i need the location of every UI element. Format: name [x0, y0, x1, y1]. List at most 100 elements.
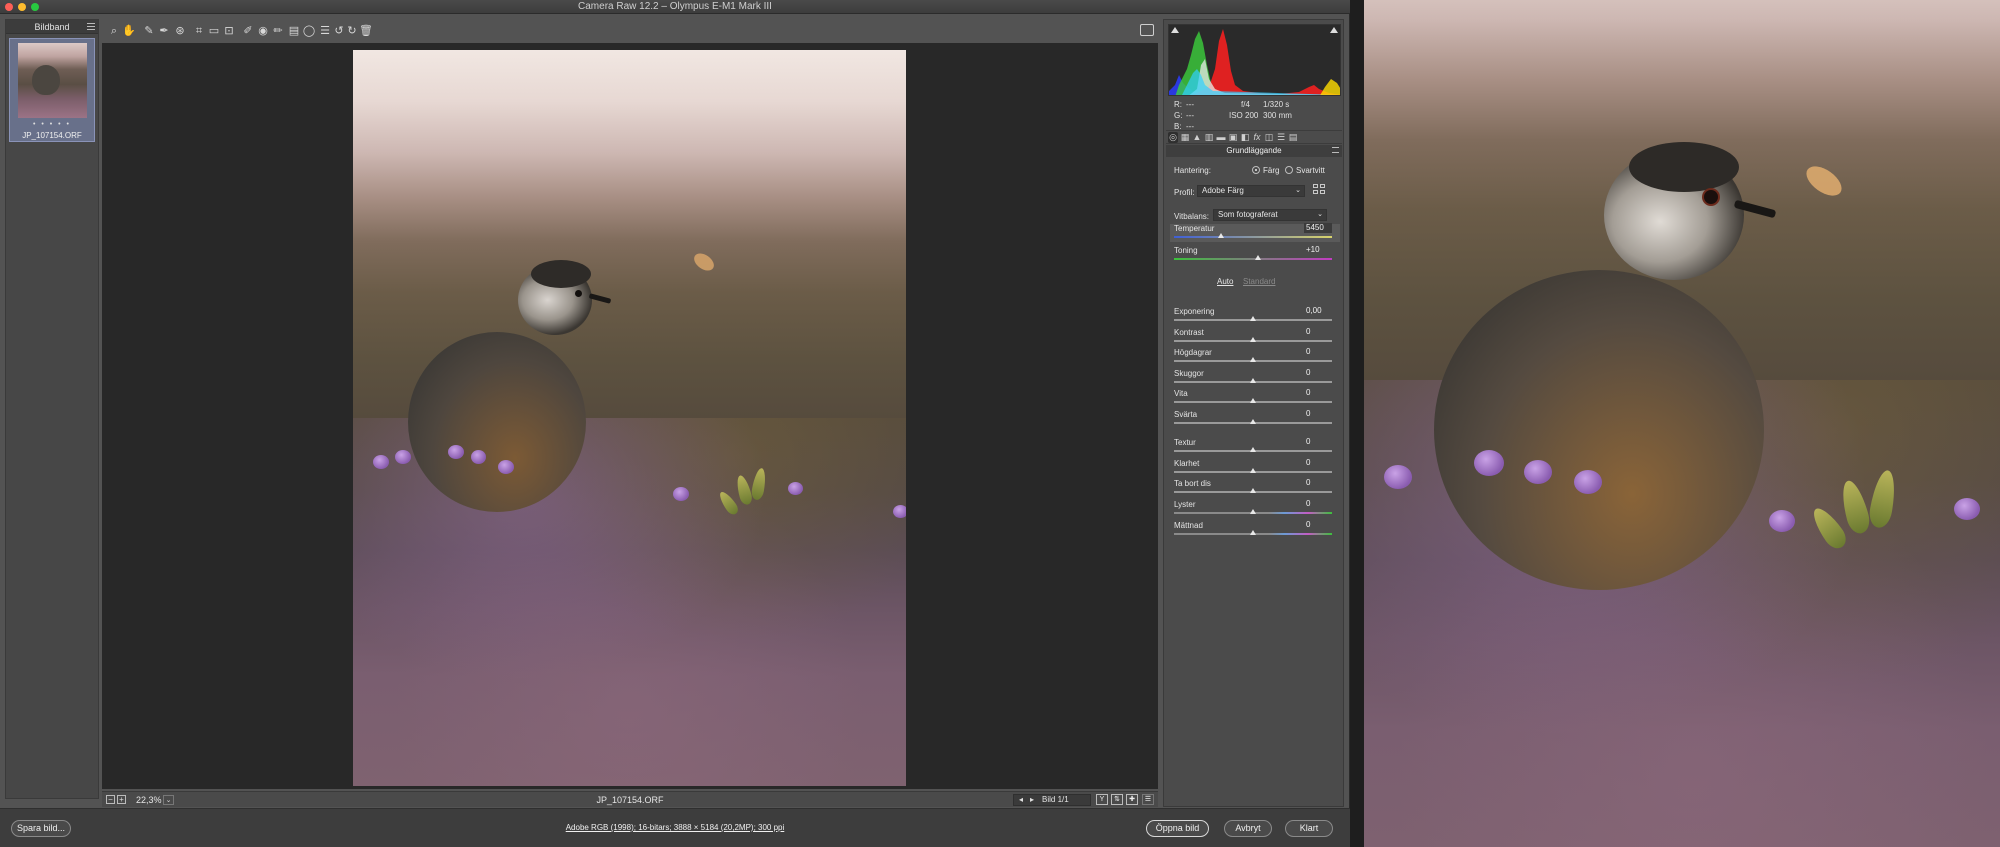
treatment-bw-radio[interactable]	[1285, 166, 1293, 174]
red-eye-icon[interactable]: ◉	[256, 24, 270, 38]
profile-value: Adobe Färg	[1202, 186, 1244, 195]
temperature-slider-row[interactable]: Temperatur 5450	[1170, 223, 1340, 242]
rotate-right-icon[interactable]: ↻	[345, 24, 359, 38]
toggle-settings-icon[interactable]: ☰	[1142, 794, 1154, 805]
temperature-track[interactable]	[1174, 236, 1332, 238]
tint-track[interactable]	[1174, 258, 1332, 260]
slider-thumb[interactable]	[1250, 357, 1256, 362]
default-button[interactable]: Standard	[1243, 277, 1275, 286]
slider-thumb[interactable]	[1250, 467, 1256, 473]
done-button[interactable]: Klart	[1285, 820, 1333, 837]
hand-icon[interactable]: ✋	[122, 24, 136, 38]
slider-value[interactable]: 0	[1304, 327, 1332, 337]
preview-canvas[interactable]	[102, 43, 1158, 789]
slider-thumb[interactable]	[1250, 418, 1256, 424]
straighten-icon[interactable]: ▭	[207, 24, 221, 38]
exif-aperture: f/4	[1241, 100, 1250, 109]
slider-value[interactable]: 0	[1304, 347, 1332, 357]
tint-thumb[interactable]	[1254, 255, 1261, 260]
tint-slider-row[interactable]: Toning +10	[1174, 245, 1339, 264]
graduated-filter-icon[interactable]: ▤	[287, 24, 301, 38]
before-after-toggle[interactable]: Y	[1096, 794, 1108, 805]
color-sampler-icon[interactable]: ✒	[157, 24, 171, 38]
slider-thumb[interactable]	[1250, 488, 1256, 493]
slider-value[interactable]: 0	[1304, 520, 1332, 530]
tab-transform-icon[interactable]: ◧	[1240, 132, 1250, 143]
slider-row[interactable]: Exponering 0,00	[1174, 306, 1339, 325]
tab-basic-icon[interactable]: ◎	[1168, 132, 1178, 143]
tab-lens-icon[interactable]: ▣	[1228, 132, 1238, 143]
tab-detail-icon[interactable]: ▲	[1192, 132, 1202, 143]
temperature-thumb[interactable]	[1218, 233, 1225, 238]
slider-row[interactable]: Klarhet 0	[1174, 458, 1339, 477]
treatment-color-radio[interactable]	[1252, 166, 1260, 174]
trash-icon[interactable]: 🗑	[359, 24, 373, 38]
slider-value[interactable]: 0	[1304, 368, 1332, 378]
slider-row[interactable]: Svärta 0	[1174, 409, 1339, 428]
slider-row[interactable]: Textur 0	[1174, 437, 1339, 456]
slider-value[interactable]: 0,00	[1304, 306, 1332, 316]
slider-thumb[interactable]	[1250, 447, 1256, 452]
preview-photo[interactable]	[353, 50, 906, 786]
slider-row[interactable]: Mättnad 0	[1174, 520, 1339, 539]
targeted-adjust-icon[interactable]: ⊛	[173, 24, 187, 38]
slider-thumb[interactable]	[1250, 316, 1256, 321]
tab-presets-icon[interactable]: ☰	[1276, 132, 1286, 143]
thumbnail-bird	[32, 65, 60, 95]
open-image-button[interactable]: Öppna bild	[1146, 820, 1209, 837]
slider-value[interactable]: 0	[1304, 458, 1332, 468]
slider-row[interactable]: Ta bort dis 0	[1174, 478, 1339, 497]
slider-value[interactable]: 0	[1304, 499, 1332, 509]
photo-bird-eye	[575, 290, 582, 297]
slider-value[interactable]: 0	[1304, 409, 1332, 419]
profile-dropdown[interactable]: Adobe Färg ⌄	[1197, 185, 1305, 197]
cancel-button[interactable]: Avbryt	[1224, 820, 1272, 837]
section-title-text: Grundläggande	[1226, 146, 1282, 155]
white-balance-dropdown[interactable]: Som fotograferat ⌄	[1213, 209, 1327, 221]
filmstrip-menu-icon[interactable]	[87, 23, 95, 30]
thumbnail-rating[interactable]: • • • • •	[10, 121, 94, 128]
tab-effects-icon[interactable]: fx	[1252, 132, 1262, 143]
treatment-label: Hantering:	[1174, 166, 1211, 175]
previous-image-button[interactable]: ◂	[1016, 795, 1026, 805]
enlarged-flower	[1574, 470, 1602, 494]
tab-snapshots-icon[interactable]: ▤	[1288, 132, 1298, 143]
slider-row[interactable]: Lyster 0	[1174, 499, 1339, 518]
slider-thumb[interactable]	[1250, 529, 1256, 535]
slider-thumb[interactable]	[1250, 336, 1256, 342]
crop-icon[interactable]: ⌗	[192, 24, 206, 38]
auto-button[interactable]: Auto	[1217, 277, 1233, 286]
zoom-icon[interactable]: ⌕	[107, 24, 121, 38]
presets-list-icon[interactable]: ☰	[318, 24, 332, 38]
transform-icon[interactable]: ⊡	[222, 24, 236, 38]
section-menu-icon[interactable]	[1332, 147, 1339, 153]
radial-filter-icon[interactable]: ◯	[302, 24, 316, 38]
tab-calibration-icon[interactable]: ◫	[1264, 132, 1274, 143]
next-image-button[interactable]: ▸	[1027, 795, 1037, 805]
adjustment-brush-icon[interactable]: ✏	[271, 24, 285, 38]
treatment-bw-label: Svartvitt	[1296, 166, 1325, 175]
slider-row[interactable]: Kontrast 0	[1174, 327, 1339, 346]
swap-before-after-button[interactable]: ⇅	[1111, 794, 1123, 805]
profile-browser-icon[interactable]	[1313, 184, 1327, 194]
preferences-icon[interactable]	[1140, 24, 1154, 36]
slider-value[interactable]: 0	[1304, 437, 1332, 447]
slider-thumb[interactable]	[1250, 377, 1256, 383]
slider-thumb[interactable]	[1250, 398, 1256, 403]
copy-settings-button[interactable]: ✚	[1126, 794, 1138, 805]
tab-hsl-icon[interactable]: ▥	[1204, 132, 1214, 143]
spot-removal-icon[interactable]: ✐	[241, 24, 255, 38]
slider-row[interactable]: Högdagrar 0	[1174, 347, 1339, 366]
slider-row[interactable]: Vita 0	[1174, 388, 1339, 407]
tab-tone-curve-icon[interactable]: ▦	[1180, 132, 1190, 143]
rotate-left-icon[interactable]: ↺	[332, 24, 346, 38]
slider-value[interactable]: 0	[1304, 388, 1332, 398]
slider-value[interactable]: 0	[1304, 478, 1332, 488]
tint-value[interactable]: +10	[1304, 245, 1332, 255]
temperature-value[interactable]: 5450	[1304, 223, 1332, 233]
white-balance-icon[interactable]: ✎	[142, 24, 156, 38]
tab-split-toning-icon[interactable]: ▬	[1216, 132, 1226, 143]
filmstrip-thumbnail[interactable]: • • • • • JP_107154.ORF	[9, 38, 95, 142]
slider-thumb[interactable]	[1250, 509, 1256, 514]
slider-row[interactable]: Skuggor 0	[1174, 368, 1339, 387]
